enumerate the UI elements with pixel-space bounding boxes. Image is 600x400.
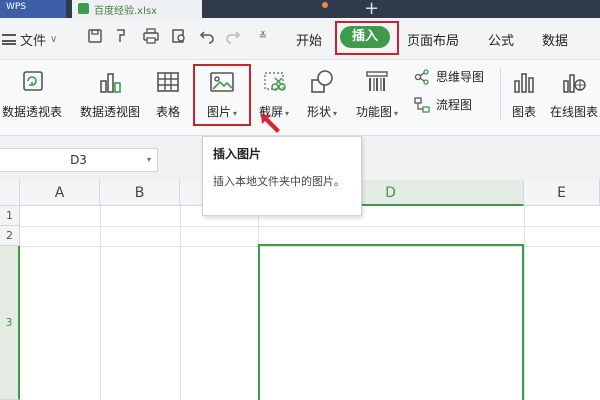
chart-label: 图表: [511, 105, 536, 119]
row-header-2[interactable]: 2: [0, 226, 20, 246]
chevron-down-icon: ▾: [146, 155, 151, 164]
grid-line: [180, 206, 181, 400]
scissors-icon: [261, 69, 287, 95]
online-chart-label: 在线图表: [549, 105, 598, 119]
name-box-value: D3: [70, 153, 87, 167]
shapes-button[interactable]: 形状 ▾: [302, 60, 342, 120]
screenshot-caret-icon: ▾: [285, 109, 290, 118]
file-menu[interactable]: 文件 ∨: [2, 30, 57, 49]
insert-picture-tooltip: 插入图片 插入本地文件夹中的图片。: [202, 136, 362, 216]
barcode-icon: [364, 69, 390, 95]
tab-data[interactable]: 数据: [542, 30, 568, 49]
chevron-down-icon: ∨: [50, 34, 58, 45]
column-header-b[interactable]: B: [100, 180, 180, 206]
grid-line: [524, 206, 525, 400]
tab-page-layout[interactable]: 页面布局: [407, 30, 459, 49]
selected-cell-d3[interactable]: [258, 244, 524, 400]
tooltip-title: 插入图片: [213, 147, 262, 161]
shapes-icon: [309, 69, 335, 95]
pivot-chart-icon: [97, 69, 123, 95]
pivot-table-label: 数据透视表: [1, 105, 62, 119]
shapes-label-wrap: 形状 ▾: [307, 103, 337, 120]
print-icon[interactable]: [142, 28, 160, 46]
hamburger-icon: [2, 34, 16, 45]
ribbon-separator: [500, 68, 501, 120]
mind-map-label: 思维导图: [436, 70, 485, 84]
flowchart-button[interactable]: 流程图: [414, 96, 472, 113]
file-tab[interactable]: 百度经验.xlsx: [72, 0, 202, 18]
row-header-3[interactable]: 3: [0, 246, 20, 400]
flowchart-icon: [414, 96, 430, 113]
file-tab-label: 百度经验.xlsx: [94, 6, 158, 17]
menu-bar: 文件 ∨ ≚ 开始 插入 页面布局 公式 数据: [0, 18, 600, 60]
mind-map-button[interactable]: 思维导图: [414, 68, 484, 85]
redo-icon[interactable]: [224, 28, 242, 46]
print-preview-icon[interactable]: [170, 28, 188, 46]
function-chart-caret-icon: ▾: [394, 109, 399, 118]
pivot-chart-label: 数据透视图: [79, 105, 140, 119]
bar-chart-icon: [511, 69, 537, 95]
function-chart-button[interactable]: 功能图 ▾: [350, 60, 404, 120]
table-icon: [155, 69, 181, 95]
function-chart-label: 功能图: [355, 105, 392, 119]
unsaved-dot-icon: [322, 2, 328, 8]
customize-toolbar-icon[interactable]: ≚: [254, 28, 272, 46]
table-button[interactable]: 表格: [148, 60, 188, 120]
chart-button[interactable]: 图表: [506, 60, 542, 120]
pivot-table-icon: [19, 69, 45, 95]
file-menu-label: 文件: [20, 34, 47, 49]
mind-map-icon: [414, 68, 429, 85]
tooltip-description: 插入本地文件夹中的图片。: [213, 175, 345, 188]
app-tab-label: WPS: [6, 2, 27, 12]
function-chart-label-wrap: 功能图 ▾: [356, 103, 398, 120]
column-header-e[interactable]: E: [524, 180, 600, 206]
app-tab[interactable]: WPS: [0, 0, 66, 18]
shapes-label: 形状: [306, 105, 331, 119]
spreadsheet-file-icon: [78, 3, 89, 14]
tab-insert[interactable]: 插入: [340, 26, 390, 48]
select-all-corner[interactable]: [0, 180, 20, 206]
undo-icon[interactable]: [198, 28, 216, 46]
pivot-chart-button[interactable]: 数据透视图: [78, 60, 142, 120]
online-chart-button[interactable]: 在线图表: [548, 60, 600, 120]
table-label: 表格: [155, 105, 180, 119]
save-icon[interactable]: [86, 28, 104, 46]
shapes-caret-icon: ▾: [333, 109, 338, 118]
format-painter-icon[interactable]: [112, 28, 130, 46]
insert-ribbon: 数据透视表 数据透视图 表格 图片 ▾ 截屏 ▾ 形状 ▾ 功能图 ▾ 思维导图…: [0, 60, 600, 136]
title-bar: WPS 百度经验.xlsx +: [0, 0, 600, 18]
new-tab-plus-icon[interactable]: +: [364, 0, 379, 18]
row-header-1[interactable]: 1: [0, 206, 20, 226]
grid-line: [20, 226, 600, 227]
online-chart-icon: [561, 69, 587, 95]
grid-line: [100, 206, 101, 400]
column-header-a[interactable]: A: [20, 180, 100, 206]
flowchart-label: 流程图: [436, 98, 473, 112]
pivot-table-button[interactable]: 数据透视表: [0, 60, 64, 120]
tab-formulas[interactable]: 公式: [488, 30, 514, 49]
red-arrow-icon: [261, 115, 280, 133]
picture-button-highlight: [193, 64, 251, 126]
tab-home[interactable]: 开始: [296, 30, 322, 49]
name-box[interactable]: D3 ▾: [0, 148, 158, 172]
